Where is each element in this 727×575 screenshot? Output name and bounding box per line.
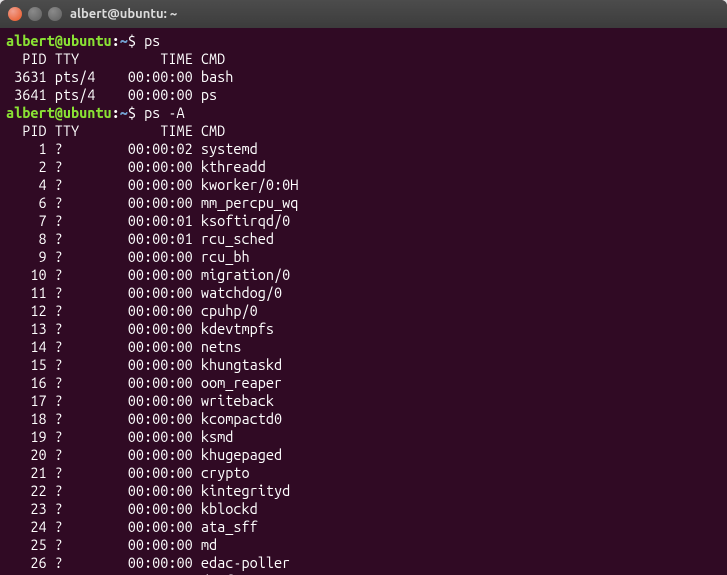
prompt-userhost: albert@ubuntu [6, 32, 112, 49]
prompt-dollar: $ [128, 104, 136, 121]
table-row: 20 ? 00:00:00 khugepaged [6, 446, 282, 463]
terminal-viewport[interactable]: albert@ubuntu:~$ ps PID TTY TIME CMD 363… [0, 28, 727, 575]
table-row: 16 ? 00:00:00 oom_reaper [6, 374, 282, 391]
ps-header: PID TTY TIME CMD [6, 50, 225, 67]
table-row: 10 ? 00:00:00 migration/0 [6, 266, 290, 283]
table-row: 25 ? 00:00:00 md [6, 536, 217, 553]
table-row: 15 ? 00:00:00 khungtaskd [6, 356, 282, 373]
table-row: 3641 pts/4 00:00:00 ps [6, 86, 217, 103]
maximize-icon[interactable] [48, 7, 62, 21]
table-row: 3631 pts/4 00:00:00 bash [6, 68, 233, 85]
prompt-userhost: albert@ubuntu [6, 104, 112, 121]
command-input: ps [144, 32, 160, 49]
table-row: 22 ? 00:00:00 kintegrityd [6, 482, 290, 499]
table-row: 8 ? 00:00:01 rcu_sched [6, 230, 274, 247]
window-title: albert@ubuntu: ~ [70, 7, 177, 21]
command-input: ps -A [144, 104, 185, 121]
prompt-colon: : [112, 32, 120, 49]
table-row: 7 ? 00:00:01 ksoftirqd/0 [6, 212, 290, 229]
table-row: 26 ? 00:00:00 edac-poller [6, 554, 290, 571]
table-row: 14 ? 00:00:00 netns [6, 338, 241, 355]
terminal-window: albert@ubuntu: ~ albert@ubuntu:~$ ps PID… [0, 0, 727, 575]
table-row: 11 ? 00:00:00 watchdog/0 [6, 284, 282, 301]
prompt-dollar: $ [128, 32, 136, 49]
table-row: 18 ? 00:00:00 kcompactd0 [6, 410, 282, 427]
minimize-icon[interactable] [28, 7, 42, 21]
table-row: 21 ? 00:00:00 crypto [6, 464, 250, 481]
titlebar: albert@ubuntu: ~ [0, 0, 727, 28]
table-row: 9 ? 00:00:00 rcu_bh [6, 248, 250, 265]
table-row: 24 ? 00:00:00 ata_sff [6, 518, 258, 535]
prompt-path: ~ [120, 32, 128, 49]
table-row: 23 ? 00:00:00 kblockd [6, 500, 258, 517]
close-icon[interactable] [8, 7, 22, 21]
table-row: 17 ? 00:00:00 writeback [6, 392, 274, 409]
table-row: 12 ? 00:00:00 cpuhp/0 [6, 302, 258, 319]
table-row: 4 ? 00:00:00 kworker/0:0H [6, 176, 298, 193]
ps-header: PID TTY TIME CMD [6, 122, 225, 139]
table-row: 1 ? 00:00:02 systemd [6, 140, 258, 157]
table-row: 19 ? 00:00:00 ksmd [6, 428, 233, 445]
table-row: 6 ? 00:00:00 mm_percpu_wq [6, 194, 298, 211]
prompt-colon: : [112, 104, 120, 121]
window-controls [8, 7, 62, 21]
table-row: 2 ? 00:00:00 kthreadd [6, 158, 266, 175]
prompt-path: ~ [120, 104, 128, 121]
table-row: 13 ? 00:00:00 kdevtmpfs [6, 320, 274, 337]
